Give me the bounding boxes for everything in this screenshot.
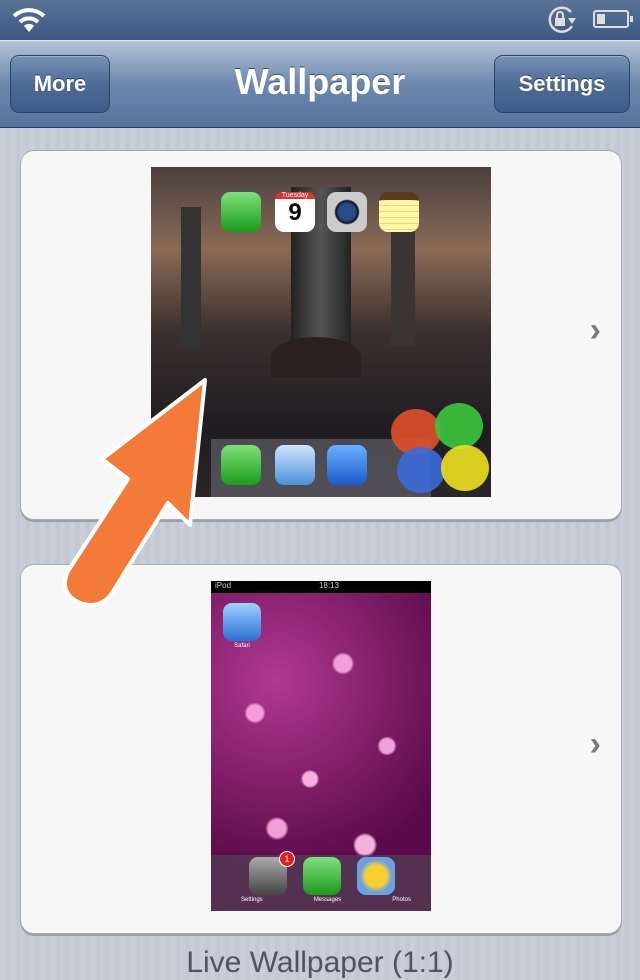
calendar-icon: Tuesday 9 <box>275 192 315 232</box>
messages-icon <box>303 857 341 895</box>
wifi-icon <box>12 8 46 32</box>
notification-badge: 1 <box>279 851 295 867</box>
phone-icon <box>221 445 261 485</box>
safari-icon <box>223 603 261 641</box>
wallpaper-thumbnail: iPod 18:13 Safari 1 Settings Messages Photo… <box>211 581 431 911</box>
chevron-right-icon: › <box>589 725 601 763</box>
camera-icon <box>327 192 367 232</box>
rotation-lock-icon <box>548 6 576 33</box>
clover-logo-icon <box>391 403 491 497</box>
mail-icon <box>275 445 315 485</box>
battery-icon <box>593 10 633 28</box>
arrow-annotation <box>63 378 207 607</box>
settings-button[interactable]: Settings <box>494 55 630 113</box>
wallpaper-item[interactable]: iPod 18:13 Safari 1 Settings Messages Photo… <box>20 564 622 934</box>
notes-icon <box>379 192 419 232</box>
section-label: Live Wallpaper (1:1) <box>186 946 454 979</box>
navigation-bar: More Wallpaper Settings <box>0 40 640 128</box>
status-bar <box>0 0 640 40</box>
app-store-icon <box>327 445 367 485</box>
photos-icon <box>357 857 395 895</box>
chevron-right-icon: › <box>589 311 601 349</box>
messages-icon <box>221 192 261 232</box>
